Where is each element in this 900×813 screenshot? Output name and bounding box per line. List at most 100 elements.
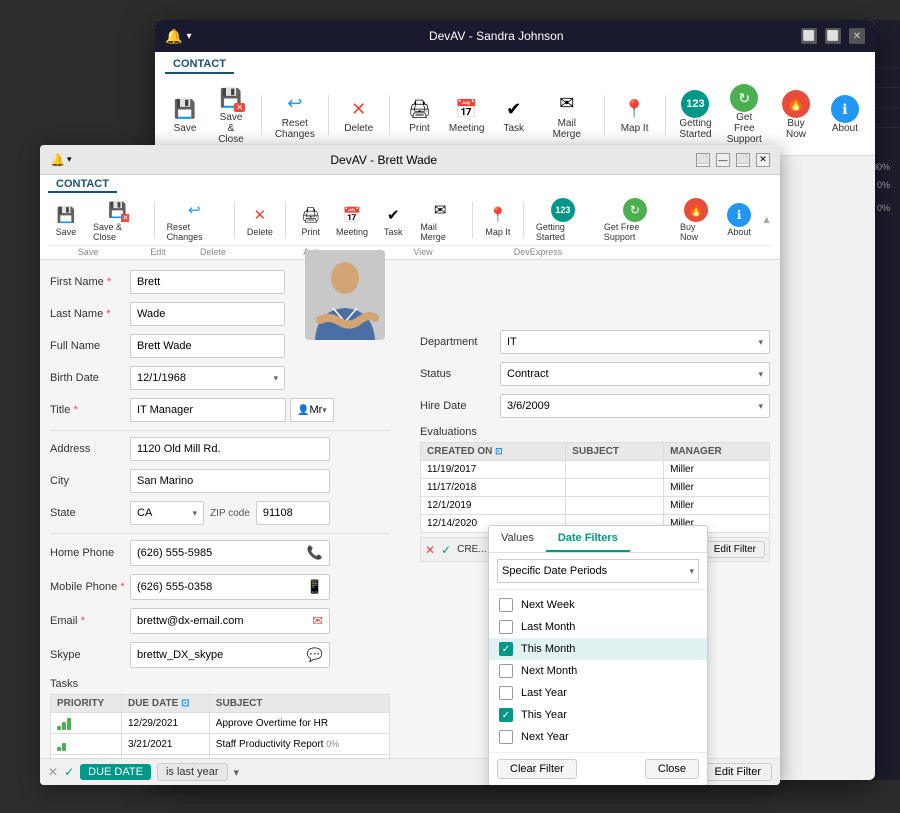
- inner-close-btn[interactable]: ✕: [756, 153, 770, 167]
- task-priority-2: [51, 734, 122, 755]
- popup-item-last-month[interactable]: Last Month: [489, 616, 707, 638]
- inner-buy-now-btn[interactable]: 🔥 Buy Now: [675, 197, 717, 243]
- checkbox-this-year[interactable]: ✓: [499, 708, 513, 722]
- city-input[interactable]: [130, 469, 330, 493]
- inner-reset-btn[interactable]: ↩ Reset Changes: [162, 197, 227, 243]
- filter-dropdown-arrow[interactable]: ▾: [234, 766, 240, 779]
- inner-collapse-btn[interactable]: ▲: [761, 214, 772, 226]
- filter-remove-btn[interactable]: ✕: [48, 765, 58, 779]
- state-select[interactable]: CA ▾: [130, 501, 204, 525]
- popup-clear-btn[interactable]: Clear Filter: [497, 759, 577, 779]
- address-input[interactable]: [130, 437, 330, 461]
- inner-meeting-btn[interactable]: 📅 Meeting: [333, 202, 372, 238]
- hire-date-select[interactable]: 3/6/2009 ▾: [500, 394, 770, 418]
- inner-delete-icon: ✕: [248, 203, 272, 227]
- email-input[interactable]: [131, 609, 306, 633]
- filter-condition-tag[interactable]: is last year: [157, 763, 228, 781]
- outer-minimize-btn[interactable]: ⬜: [801, 28, 817, 44]
- inner-free-support-label: Get Free Support: [604, 222, 666, 242]
- inner-getting-started-btn[interactable]: 123 Getting Started: [531, 197, 595, 243]
- outer-getting-started-btn[interactable]: 123 GettingStarted: [675, 88, 715, 142]
- filter-field-tag[interactable]: DUE DATE: [80, 764, 151, 780]
- outer-ribbon-tools: 💾 Save 💾✕ Save &Close ↩ ResetChanges ✕ D…: [165, 78, 865, 151]
- inner-maximize-btn[interactable]: ⬜: [736, 153, 750, 167]
- full-name-input[interactable]: [130, 334, 285, 358]
- group-delete: Delete: [188, 247, 238, 257]
- outer-reset-btn[interactable]: ↩ ResetChanges: [272, 88, 318, 142]
- popup-item-next-month[interactable]: Next Month: [489, 660, 707, 682]
- outer-delete-btn[interactable]: ✕ Delete: [339, 93, 379, 136]
- checkbox-this-month[interactable]: ✓: [499, 642, 513, 656]
- popup-item-next-week[interactable]: Next Week: [489, 594, 707, 616]
- eval-edit-filter-btn[interactable]: Edit Filter: [705, 541, 765, 558]
- inner-task-icon: ✔: [381, 203, 405, 227]
- outer-task-btn[interactable]: ✔ Task: [494, 93, 534, 136]
- outer-print-btn[interactable]: 🖨 Print: [400, 93, 440, 136]
- eval-filter-icon[interactable]: ⊡: [495, 446, 503, 456]
- eval-subject-3: [566, 497, 664, 515]
- outer-ribbon-tab-contact[interactable]: CONTACT: [165, 56, 234, 74]
- zip-input[interactable]: [256, 501, 330, 525]
- eval-remove-btn[interactable]: ✕: [425, 543, 435, 557]
- outer-free-support-btn[interactable]: ↻ Get FreeSupport: [721, 82, 767, 147]
- popup-item-this-month[interactable]: ✓ This Month: [489, 638, 707, 660]
- inner-save-btn[interactable]: 💾 Save: [48, 202, 84, 238]
- eval-confirm-btn[interactable]: ✓: [441, 543, 451, 557]
- mobile-phone-input[interactable]: [131, 575, 301, 599]
- checkbox-last-month[interactable]: [499, 620, 513, 634]
- outer-buy-now-btn[interactable]: 🔥 Buy Now: [773, 88, 819, 142]
- outer-meeting-btn[interactable]: 📅 Meeting: [446, 93, 488, 136]
- prefix-select[interactable]: 👤 Mr ▾: [290, 398, 334, 422]
- group-view: View: [398, 247, 448, 257]
- popup-filter-select[interactable]: Specific Date Periods ▾: [497, 559, 699, 583]
- popup-close-btn[interactable]: Close: [645, 759, 699, 779]
- inner-delete-label: Delete: [247, 227, 273, 237]
- popup-tab-values[interactable]: Values: [489, 526, 546, 552]
- inner-map-btn[interactable]: 📍 Map It: [480, 202, 516, 238]
- outer-save-close-btn[interactable]: 💾✕ Save &Close: [211, 82, 251, 147]
- last-name-input[interactable]: [130, 302, 285, 326]
- inner-ribbon-tab-contact[interactable]: CONTACT: [48, 177, 117, 193]
- birth-date-select[interactable]: 12/1/1968 ▾: [130, 366, 285, 390]
- department-select[interactable]: IT ▾: [500, 330, 770, 354]
- first-name-input[interactable]: [130, 270, 285, 294]
- checkbox-next-year[interactable]: [499, 730, 513, 744]
- outer-save-btn[interactable]: 💾 Save: [165, 93, 205, 136]
- checkbox-next-month[interactable]: [499, 664, 513, 678]
- evaluations-title: Evaluations: [420, 426, 770, 438]
- filter-confirm-btn[interactable]: ✓: [64, 765, 74, 779]
- checkbox-last-year[interactable]: [499, 686, 513, 700]
- popup-item-this-year[interactable]: ✓ This Year: [489, 704, 707, 726]
- filter-edit-btn[interactable]: Edit Filter: [704, 763, 772, 781]
- inner-minimize-btn[interactable]: —: [716, 153, 730, 167]
- inner-restore-btn[interactable]: ⬜: [696, 153, 710, 167]
- popup-footer: Clear Filter Close: [489, 752, 707, 785]
- home-phone-input[interactable]: [131, 541, 301, 565]
- popup-item-next-year[interactable]: Next Year: [489, 726, 707, 748]
- inner-mail-btn[interactable]: ✉ Mail Merge: [415, 197, 465, 243]
- inner-divider-5: [523, 202, 524, 238]
- inner-task-btn[interactable]: ✔ Task: [375, 202, 411, 238]
- outer-maximize-btn[interactable]: ⬜: [825, 28, 841, 44]
- popup-list: Next Week Last Month ✓ This Month Next M…: [489, 590, 707, 752]
- inner-save-close-btn[interactable]: 💾✕ Save & Close: [88, 197, 147, 243]
- delete-icon: ✕: [345, 95, 373, 123]
- inner-delete-btn[interactable]: ✕ Delete: [242, 202, 278, 238]
- outer-map-btn[interactable]: 📍 Map It: [615, 93, 655, 136]
- inner-print-btn[interactable]: 🖨 Print: [293, 202, 329, 238]
- due-date-filter-icon[interactable]: ⊡: [181, 698, 189, 709]
- photo-area: [305, 260, 385, 340]
- popup-item-last-year[interactable]: Last Year: [489, 682, 707, 704]
- eval-date-3: 12/1/2019: [421, 497, 566, 515]
- popup-tab-date-filters[interactable]: Date Filters: [546, 526, 630, 552]
- checkbox-next-week[interactable]: [499, 598, 513, 612]
- state-value: CA: [137, 507, 152, 519]
- outer-about-btn[interactable]: ℹ About: [825, 93, 865, 136]
- outer-mail-btn[interactable]: ✉ Mail Merge: [540, 88, 594, 142]
- inner-free-support-btn[interactable]: ↻ Get Free Support: [599, 197, 671, 243]
- inner-about-btn[interactable]: ℹ About: [721, 202, 757, 238]
- status-select[interactable]: Contract ▾: [500, 362, 770, 386]
- outer-close-btn[interactable]: ✕: [849, 28, 865, 44]
- skype-input[interactable]: [131, 643, 301, 667]
- title-input[interactable]: [130, 398, 286, 422]
